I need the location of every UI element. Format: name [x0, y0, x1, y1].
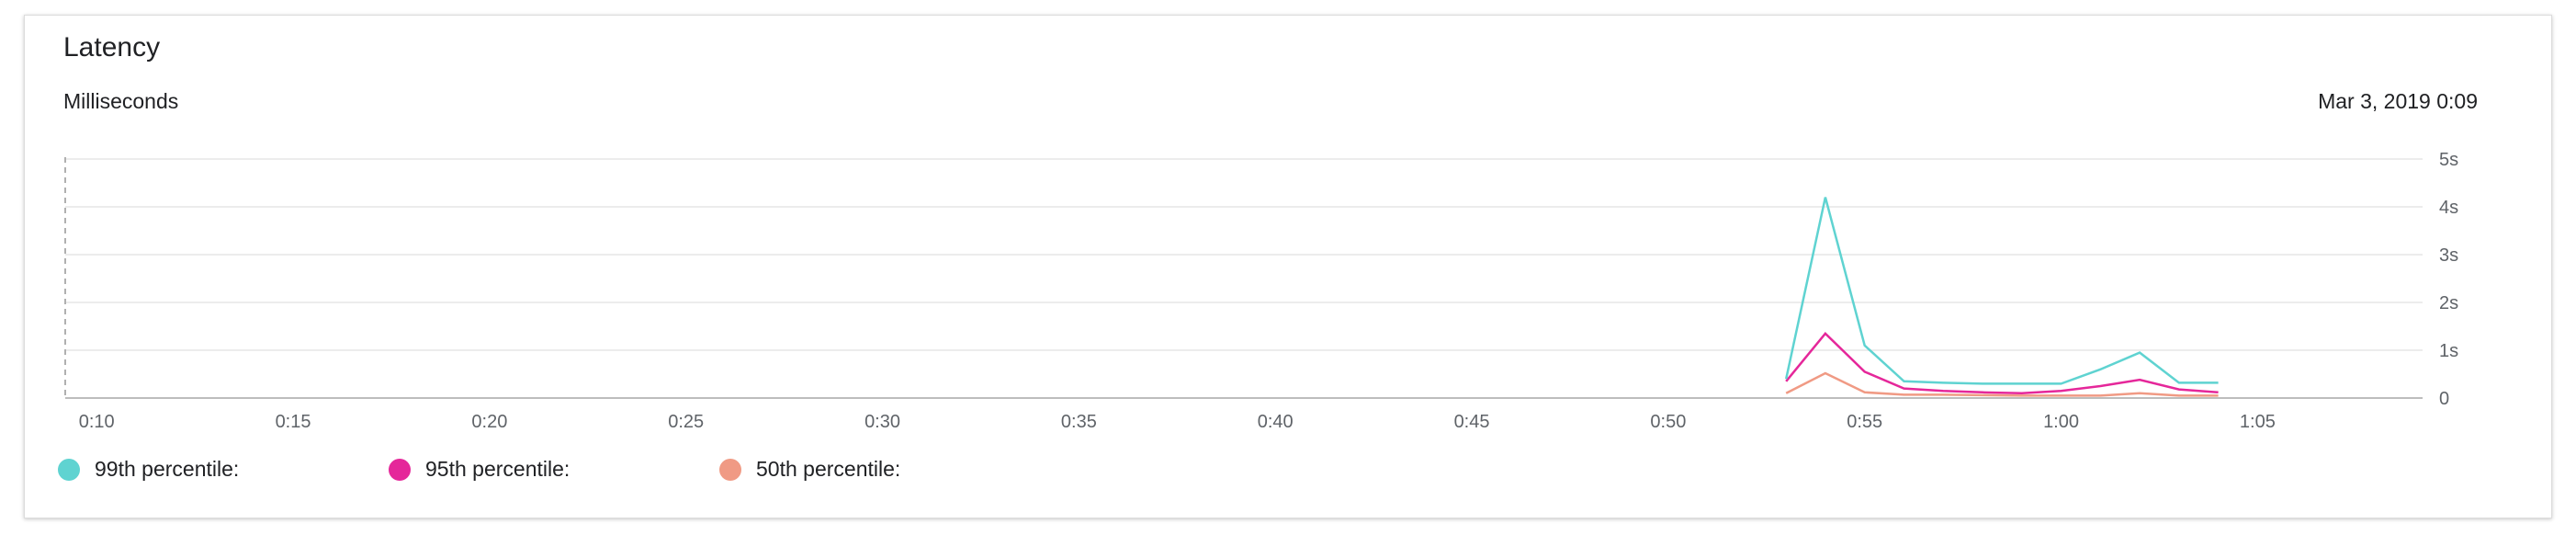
series-line-0 — [1784, 197, 2219, 385]
chart-legend: 99th percentile: 95th percentile: 50th p… — [58, 457, 900, 482]
y-tick-label: 3s — [2439, 245, 2458, 266]
legend-item-95th[interactable]: 95th percentile: — [389, 457, 719, 482]
y-tick-label: 0 — [2439, 389, 2449, 409]
legend-label-50th: 50th percentile: — [756, 457, 901, 481]
x-tick-label: 0:45 — [1454, 412, 1490, 432]
y-tick-label: 2s — [2439, 293, 2458, 313]
x-tick-label: 0:25 — [668, 412, 704, 432]
x-axis: 0:10 0:15 0:20 0:25 0:30 0:35 0:40 0:45 0:50 0:55… — [79, 412, 2276, 432]
legend-swatch-99th — [58, 458, 80, 481]
series-lines — [1784, 197, 2219, 397]
x-tick-label: 0:15 — [276, 412, 311, 432]
latency-chart[interactable]: 0:10 0:15 0:20 0:25 0:30 0:35 0:40 0:45 0:50 0:55… — [25, 16, 2553, 438]
x-tick-label: 0:30 — [864, 412, 900, 432]
x-tick-label: 0:35 — [1061, 412, 1097, 432]
x-tick-label: 0:20 — [471, 412, 507, 432]
legend-label-95th: 95th percentile: — [425, 457, 571, 481]
x-tick-label: 0:55 — [1847, 412, 1882, 432]
y-tick-label: 1s — [2439, 341, 2458, 361]
legend-item-50th[interactable]: 50th percentile: — [719, 457, 900, 482]
legend-item-99th[interactable]: 99th percentile: — [58, 457, 389, 482]
x-tick-label: 1:00 — [2043, 412, 2079, 432]
legend-label-99th: 99th percentile: — [95, 457, 240, 481]
x-tick-label: 0:50 — [1650, 412, 1686, 432]
y-tick-label: 4s — [2439, 198, 2458, 218]
legend-swatch-95th — [389, 458, 411, 481]
y-axis: 0 1s 2s 3s 4s 5s — [2439, 150, 2458, 409]
legend-swatch-50th — [719, 458, 741, 481]
chart-grid — [64, 157, 2423, 399]
x-tick-label: 0:40 — [1258, 412, 1294, 432]
latency-card: Latency Milliseconds Mar 3, 2019 0:09 0:… — [24, 15, 2552, 518]
x-tick-label: 0:10 — [79, 412, 115, 432]
y-tick-label: 5s — [2439, 150, 2458, 170]
x-tick-label: 1:05 — [2240, 412, 2276, 432]
